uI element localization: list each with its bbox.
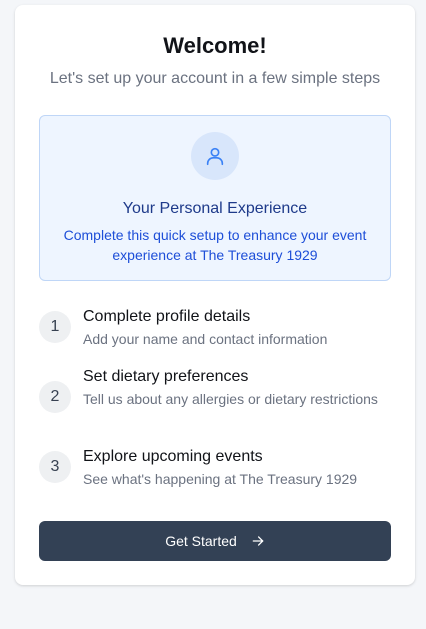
step-description: Add your name and contact information — [83, 331, 328, 347]
page-subtitle: Let's set up your account in a few simpl… — [49, 70, 381, 87]
arrow-right-icon — [251, 534, 265, 548]
step-number: 1 — [39, 311, 71, 343]
get-started-label: Get Started — [165, 533, 237, 549]
step-title: Set dietary preferences — [83, 368, 249, 385]
page-title: Welcome! — [163, 33, 267, 58]
step-description: See what's happening at The Treasury 192… — [83, 471, 358, 487]
info-box: Your Personal Experience Complete this q… — [39, 115, 391, 281]
step-number: 3 — [39, 451, 71, 483]
get-started-button[interactable]: Get Started — [39, 521, 391, 561]
info-description: Complete this quick setup to enhance you… — [63, 227, 367, 263]
info-title: Your Personal Experience — [122, 200, 308, 217]
step-title: Explore upcoming events — [83, 448, 263, 465]
step-title: Complete profile details — [83, 308, 251, 325]
step-number: 2 — [39, 381, 71, 413]
step-description: Tell us about any allergies or dietary r… — [83, 391, 378, 407]
user-icon — [191, 132, 239, 180]
onboarding-card: Welcome! Let's set up your account in a … — [15, 5, 415, 585]
